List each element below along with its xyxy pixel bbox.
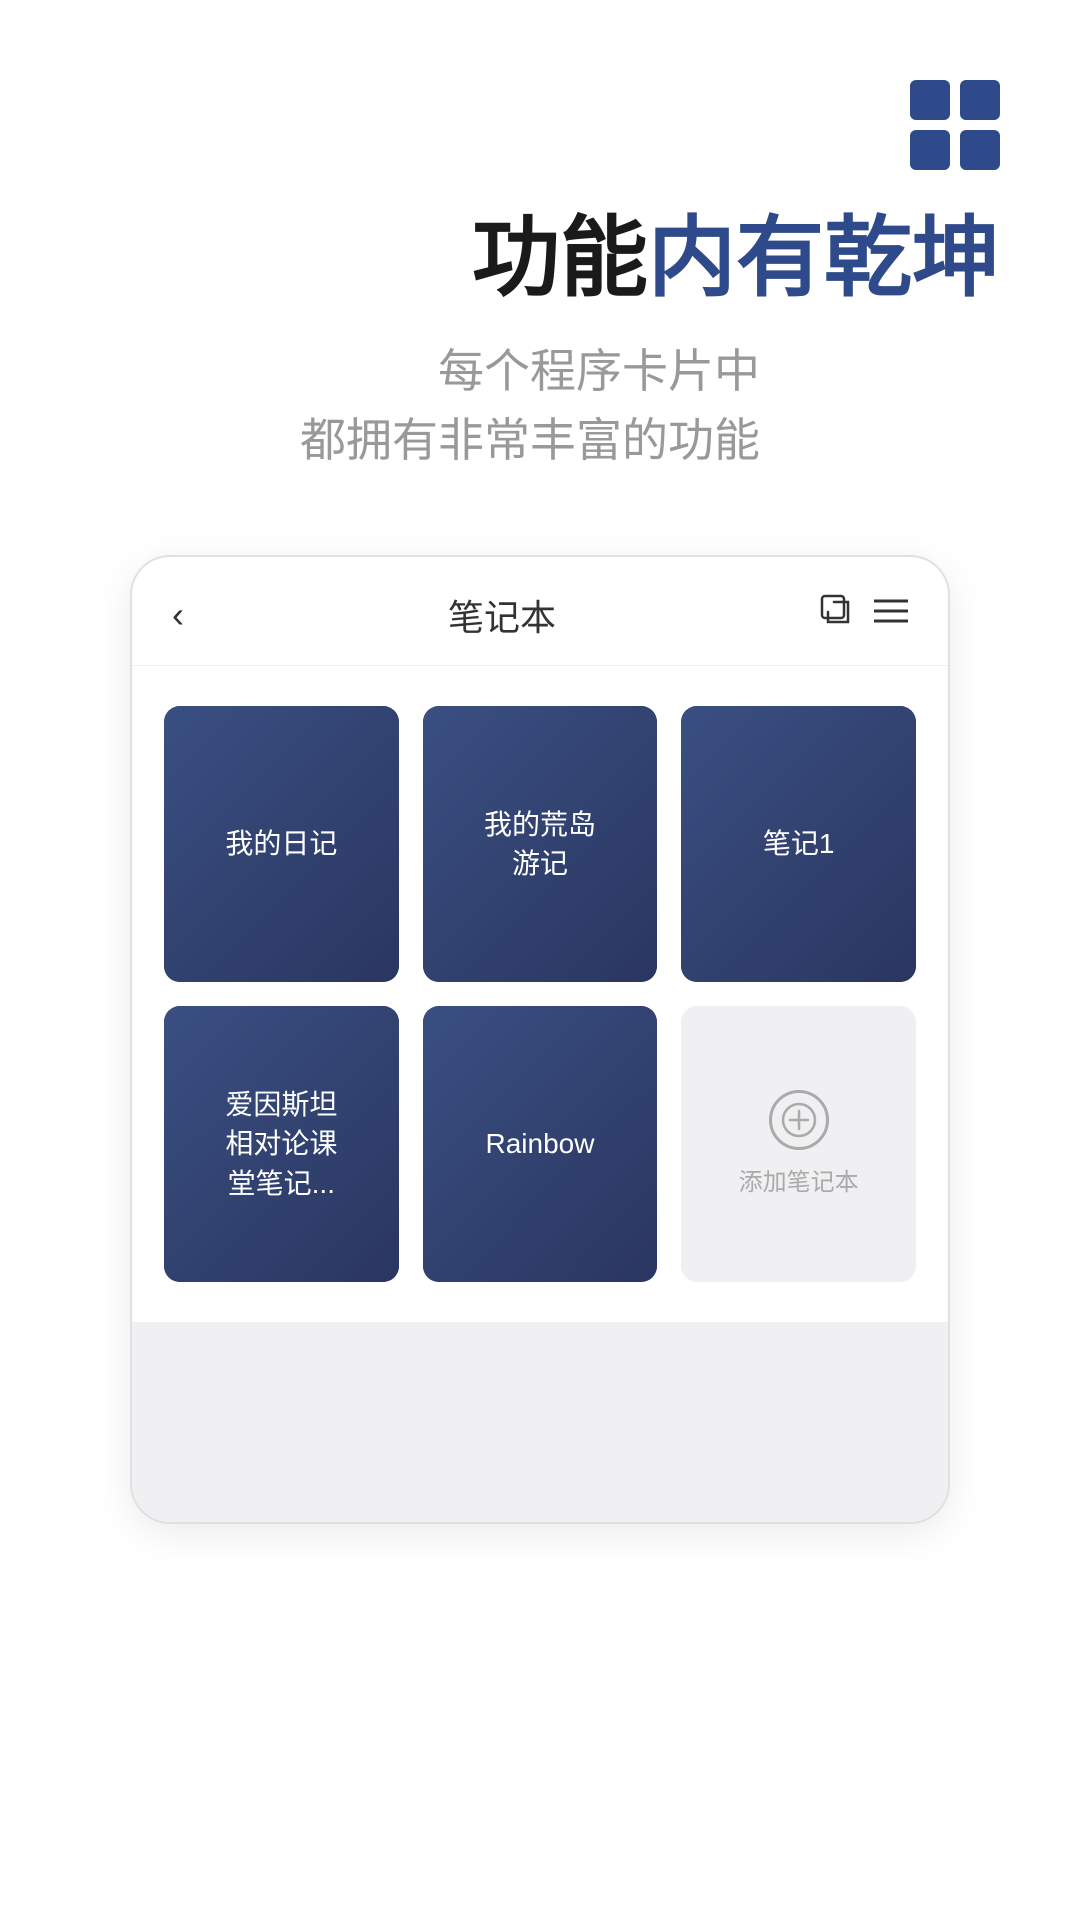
notebook-card-3[interactable]: 笔记1 xyxy=(681,706,916,982)
subtitle-area: 每个程序卡片中 都拥有非常丰富的功能 xyxy=(300,337,780,475)
add-notebook-label: 添加笔记本 xyxy=(739,1162,859,1197)
app-header: ‹ 笔记本 xyxy=(132,557,948,666)
add-icon-circle xyxy=(769,1090,829,1150)
notebook-label-4: 爱因斯坦相对论课堂笔记... xyxy=(215,1075,347,1213)
notebook-card-4[interactable]: 爱因斯坦相对论课堂笔记... xyxy=(164,1006,399,1282)
notebook-label-3: 笔记1 xyxy=(753,814,845,873)
grid-cell-2 xyxy=(960,80,1000,120)
grid-cell-3 xyxy=(910,130,950,170)
subtitle-line2: 都拥有非常丰富的功能 xyxy=(300,406,760,475)
grid-cell-1 xyxy=(910,80,950,120)
grid-cell-4 xyxy=(960,130,1000,170)
notebook-card-5[interactable]: Rainbow xyxy=(423,1006,658,1282)
title-black: 功能 xyxy=(472,208,648,307)
notebook-label-2: 我的荒岛游记 xyxy=(474,795,606,893)
export-icon[interactable] xyxy=(820,594,854,636)
add-notebook-card[interactable]: 添加笔记本 xyxy=(681,1006,916,1282)
notebook-card-1[interactable]: 我的日记 xyxy=(164,706,399,982)
top-icon-area xyxy=(60,0,1020,170)
menu-icon[interactable] xyxy=(874,596,908,633)
grid-icon xyxy=(910,80,1000,170)
notebook-label-1: 我的日记 xyxy=(215,814,347,873)
main-title: 功能内有乾坤 xyxy=(60,210,1000,307)
app-title: 笔记本 xyxy=(448,589,556,641)
page-wrapper: 功能内有乾坤 每个程序卡片中 都拥有非常丰富的功能 ‹ 笔记本 xyxy=(0,0,1080,1920)
phone-bottom xyxy=(132,1322,948,1522)
back-button[interactable]: ‹ xyxy=(172,594,184,636)
title-area: 功能内有乾坤 xyxy=(60,210,1020,307)
header-icons xyxy=(820,594,908,636)
phone-mockup: ‹ 笔记本 xyxy=(130,555,950,1524)
title-blue: 内有乾坤 xyxy=(648,208,1000,307)
subtitle-line1: 每个程序卡片中 xyxy=(300,337,760,406)
notebook-card-2[interactable]: 我的荒岛游记 xyxy=(423,706,658,982)
notebook-label-5: Rainbow xyxy=(476,1114,605,1173)
notebook-grid: 我的日记 我的荒岛游记 笔记1 爱因斯坦相对论课堂笔记... Rainbow xyxy=(132,666,948,1322)
phone-mockup-container: ‹ 笔记本 xyxy=(60,555,1020,1524)
